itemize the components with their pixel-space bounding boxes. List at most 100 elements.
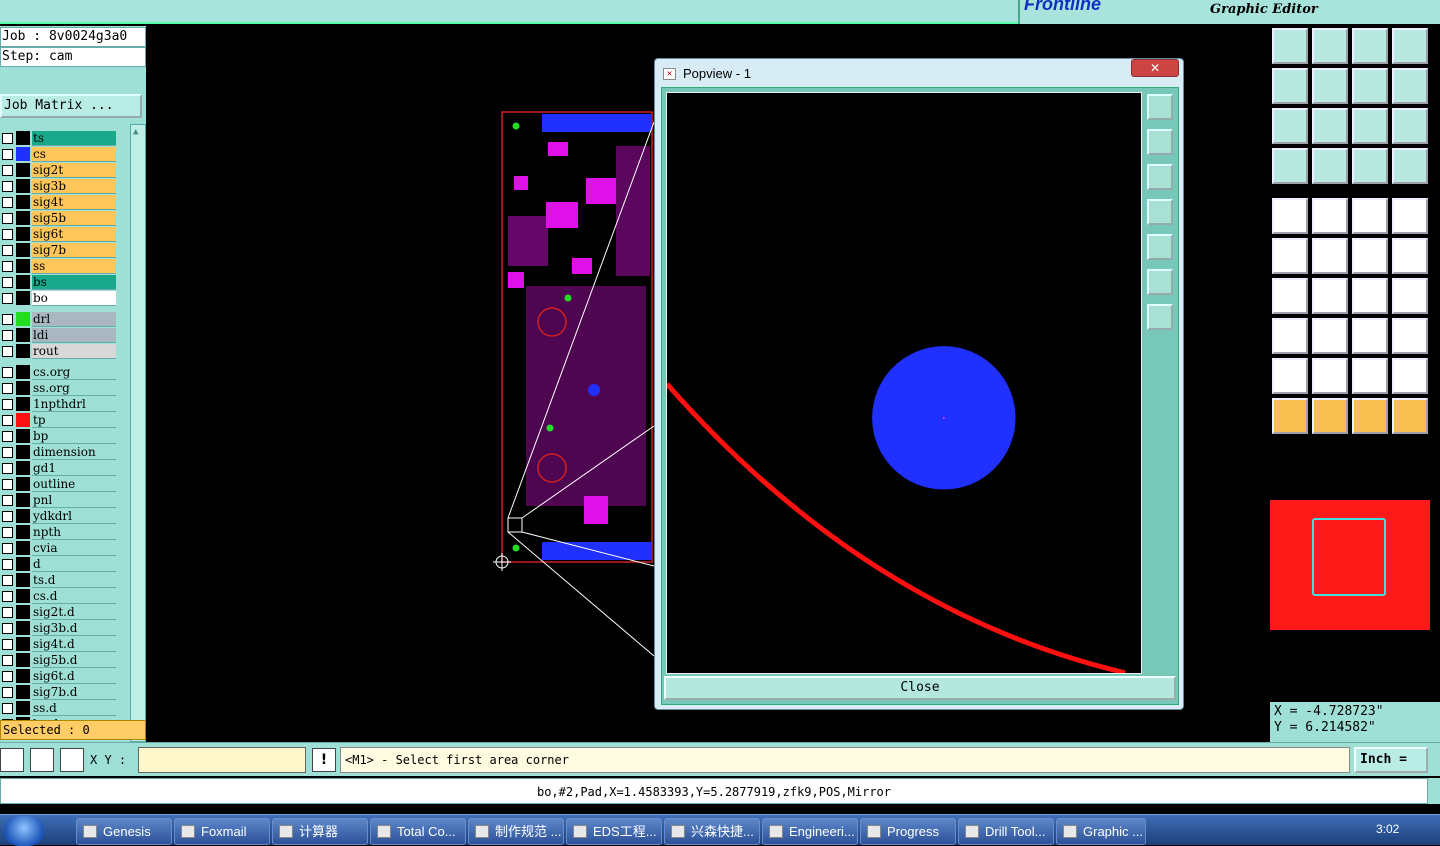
taskbar-item[interactable]: 计算器: [272, 818, 368, 845]
layer-color-swatch[interactable]: [16, 573, 30, 587]
start-button[interactable]: [4, 816, 44, 846]
palette-tool-icon[interactable]: [1392, 318, 1428, 354]
taskbar-item[interactable]: Drill Tool...: [958, 818, 1054, 845]
layer-name[interactable]: drl: [32, 311, 116, 327]
layer-name[interactable]: bo: [32, 290, 116, 306]
job-matrix-button[interactable]: Job Matrix ...: [0, 94, 142, 118]
layer-name[interactable]: sig3b: [32, 178, 116, 194]
layer-checkbox[interactable]: [2, 574, 13, 586]
layer-color-swatch[interactable]: [16, 381, 30, 395]
layer-checkbox[interactable]: [2, 622, 13, 634]
layer-scrollbar[interactable]: ▲ ▼: [130, 124, 146, 742]
palette-tool-icon[interactable]: [1312, 358, 1348, 394]
execute-button[interactable]: !: [312, 748, 336, 772]
popview-tool-icon[interactable]: [1147, 164, 1173, 190]
layer-checkbox[interactable]: [2, 430, 13, 442]
layer-color-swatch[interactable]: [16, 589, 30, 603]
layer-name[interactable]: tp: [32, 412, 116, 428]
palette-tool-icon[interactable]: [1272, 278, 1308, 314]
layer-row-bs[interactable]: bs: [0, 274, 116, 290]
layer-row-ss[interactable]: ss: [0, 258, 116, 274]
layer-row-pnl[interactable]: pnl: [0, 492, 116, 508]
layer-name[interactable]: dimension: [32, 444, 116, 460]
layer-checkbox[interactable]: [2, 132, 13, 144]
taskbar-item[interactable]: EDS工程...: [566, 818, 662, 845]
layer-checkbox[interactable]: [2, 329, 13, 341]
layer-name[interactable]: 1npthdrl: [32, 396, 116, 412]
palette-tool-icon[interactable]: [1392, 238, 1428, 274]
popview-close-button[interactable]: Close: [664, 676, 1176, 700]
palette-tool-icon[interactable]: [1272, 398, 1308, 434]
xy-input[interactable]: [138, 747, 306, 773]
layer-row-sig5b-d[interactable]: sig5b.d: [0, 652, 116, 668]
palette-tool-icon[interactable]: [1272, 198, 1308, 234]
layer-name[interactable]: d: [32, 556, 116, 572]
layer-color-swatch[interactable]: [16, 701, 30, 715]
layer-checkbox[interactable]: [2, 702, 13, 714]
palette-tool-icon[interactable]: [1312, 28, 1348, 64]
palette-tool-icon[interactable]: [1392, 28, 1428, 64]
layer-row-sig2t[interactable]: sig2t: [0, 162, 116, 178]
layer-checkbox[interactable]: [2, 558, 13, 570]
layer-checkbox[interactable]: [2, 446, 13, 458]
popview-tool-icon[interactable]: [1147, 199, 1173, 225]
palette-tool-icon[interactable]: [1352, 238, 1388, 274]
layer-name[interactable]: ts: [32, 130, 116, 146]
layer-checkbox[interactable]: [2, 180, 13, 192]
layer-color-swatch[interactable]: [16, 179, 30, 193]
layer-row-cs[interactable]: cs: [0, 146, 116, 162]
layer-row-sig6t-d[interactable]: sig6t.d: [0, 668, 116, 684]
layer-name[interactable]: sig6t.d: [32, 668, 116, 684]
layer-checkbox[interactable]: [2, 244, 13, 256]
layer-color-swatch[interactable]: [16, 621, 30, 635]
layer-row-bo[interactable]: bo: [0, 290, 116, 306]
palette-tool-icon[interactable]: [1312, 398, 1348, 434]
layer-name[interactable]: pnl: [32, 492, 116, 508]
layer-color-swatch[interactable]: [16, 429, 30, 443]
popview-tool-icon[interactable]: [1147, 269, 1173, 295]
layer-name[interactable]: ss.d: [32, 700, 116, 716]
layer-checkbox[interactable]: [2, 526, 13, 538]
layer-row-cs-org[interactable]: cs.org: [0, 364, 116, 380]
layer-color-swatch[interactable]: [16, 525, 30, 539]
layer-row-ss-d[interactable]: ss.d: [0, 700, 116, 716]
window-close-icon[interactable]: ✕: [1131, 59, 1179, 77]
layer-row-ss-org[interactable]: ss.org: [0, 380, 116, 396]
popview-tool-icon[interactable]: [1147, 94, 1173, 120]
layer-row-rout[interactable]: rout: [0, 343, 116, 359]
popview-tool-icon[interactable]: [1147, 129, 1173, 155]
layer-name[interactable]: sig7b.d: [32, 684, 116, 700]
layer-name[interactable]: ss: [32, 258, 116, 274]
layer-row-sig2t-d[interactable]: sig2t.d: [0, 604, 116, 620]
layer-name[interactable]: sig7b: [32, 242, 116, 258]
layer-row-sig3b[interactable]: sig3b: [0, 178, 116, 194]
palette-tool-icon[interactable]: [1352, 278, 1388, 314]
taskbar-item[interactable]: Foxmail: [174, 818, 270, 845]
layer-color-swatch[interactable]: [16, 541, 30, 555]
layer-checkbox[interactable]: [2, 686, 13, 698]
layer-color-swatch[interactable]: [16, 637, 30, 651]
palette-tool-icon[interactable]: [1272, 238, 1308, 274]
layer-name[interactable]: sig2t: [32, 162, 116, 178]
layer-checkbox[interactable]: [2, 654, 13, 666]
layer-checkbox[interactable]: [2, 590, 13, 602]
layer-row-outline[interactable]: outline: [0, 476, 116, 492]
layer-row-ts-d[interactable]: ts.d: [0, 572, 116, 588]
layer-name[interactable]: cvia: [32, 540, 116, 556]
layer-checkbox[interactable]: [2, 196, 13, 208]
palette-tool-icon[interactable]: [1272, 68, 1308, 104]
palette-tool-icon[interactable]: [1392, 68, 1428, 104]
layer-checkbox[interactable]: [2, 670, 13, 682]
layer-name[interactable]: ydkdrl: [32, 508, 116, 524]
layer-name[interactable]: sig4t.d: [32, 636, 116, 652]
angle-snap-icon[interactable]: [30, 748, 54, 772]
layer-checkbox[interactable]: [2, 276, 13, 288]
layer-name[interactable]: cs: [32, 146, 116, 162]
palette-tool-icon[interactable]: [1312, 68, 1348, 104]
layer-checkbox[interactable]: [2, 292, 13, 304]
layer-name[interactable]: sig4t: [32, 194, 116, 210]
layer-checkbox[interactable]: [2, 148, 13, 160]
layer-checkbox[interactable]: [2, 382, 13, 394]
palette-tool-icon[interactable]: [1352, 28, 1388, 64]
layer-checkbox[interactable]: [2, 606, 13, 618]
